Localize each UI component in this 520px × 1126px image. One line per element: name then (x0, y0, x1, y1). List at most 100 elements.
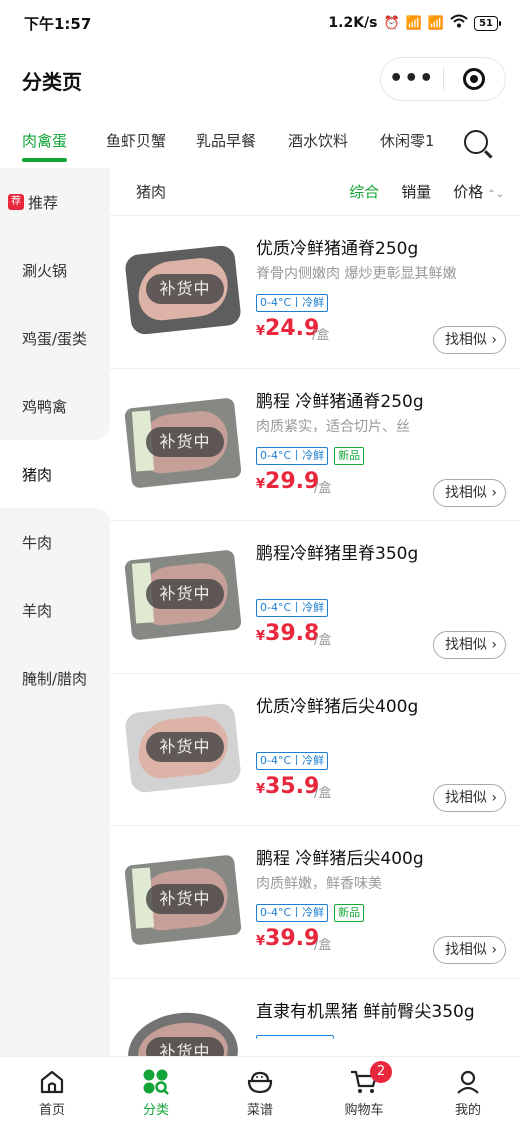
search-button[interactable] (432, 118, 520, 166)
sidebar-item-label: 鸡鸭禽 (22, 397, 68, 416)
signal-icon: 📶 (405, 15, 422, 31)
sidebar-item-label: 猪肉 (22, 465, 53, 484)
product-desc: 肉质紧实，适合切片、丝 (256, 418, 410, 435)
tab-meat-poultry-egg[interactable]: 肉禽蛋 (22, 122, 68, 162)
find-similar-button[interactable]: 找相似 › (432, 478, 506, 507)
home-icon (37, 1067, 67, 1097)
status-bar: 下午1:57 1.2K/s ⏰ 📶 📶 51 (0, 0, 520, 46)
nav-label: 分类 (142, 1103, 169, 1118)
restocking-badge: 补货中 (146, 426, 224, 457)
sort-bar: 猪肉 综合 销量 价格 ⌃⌄ (110, 168, 520, 216)
find-similar-button[interactable]: 找相似 › (432, 326, 506, 354)
product-card[interactable]: 补货中 优质冷鲜猪通脊250g 脊骨内侧嫩肉 爆炒更彰显其鲜嫩 0-4°C丨冷鲜… (110, 216, 520, 369)
sidebar-item-cured[interactable]: 腌制/腊肉 (0, 644, 110, 712)
product-title[interactable]: 鹏程冷鲜猪里脊350g (256, 539, 510, 564)
product-image[interactable]: 补货中 (124, 390, 242, 495)
signal-icon-2: 📶 (427, 15, 445, 31)
cold-chain-tag: 0-4°C丨冷鲜 (256, 294, 329, 312)
product-image[interactable]: 补货中 (124, 848, 242, 952)
sidebar-item-poultry[interactable]: 鸡鸭禽 (0, 372, 110, 440)
nav-label: 购物车 (344, 1103, 384, 1118)
sort-price-label: 价格 (453, 183, 484, 201)
battery-icon: 51 (474, 15, 501, 31)
restocking-badge: 补货中 (146, 731, 224, 762)
sidebar-item-recommend[interactable]: 荐 推荐 (0, 168, 110, 236)
nav-label: 我的 (454, 1103, 481, 1118)
more-button[interactable]: ••• (381, 57, 443, 101)
product-title[interactable]: 直隶有机黑猪 鲜前臀尖350g (256, 997, 510, 1022)
nav-cart[interactable]: 2 购物车 (312, 1057, 416, 1126)
product-title[interactable]: 鹏程 冷鲜猪通脊250g (256, 387, 510, 412)
nav-label: 首页 (38, 1103, 65, 1118)
product-unit: /盒 (314, 633, 332, 648)
find-similar-button[interactable]: 找相似 › (432, 631, 506, 659)
restocking-badge: 补货中 (146, 579, 224, 609)
profile-icon (453, 1067, 483, 1097)
nav-category[interactable]: 分类 (104, 1057, 208, 1126)
close-miniapp-button[interactable] (443, 68, 505, 90)
nav-profile[interactable]: 我的 (416, 1057, 520, 1126)
sidebar-item-label: 涮火锅 (22, 261, 68, 280)
recipe-icon (245, 1067, 275, 1097)
sidebar-item-label: 鸡蛋/蛋类 (22, 329, 88, 348)
tab-drinks[interactable]: 酒水饮料 (288, 122, 348, 162)
product-card[interactable]: 补货中 鹏程 冷鲜猪后尖400g 肉质鲜嫩，鲜香味美 0-4°C丨冷鲜 新品 ¥3… (110, 826, 520, 979)
status-time: 下午1:57 (24, 14, 92, 33)
product-title[interactable]: 优质冷鲜猪后尖400g (256, 692, 510, 717)
status-icons: 1.2K/s ⏰ 📶 📶 51 (328, 14, 501, 32)
product-card[interactable]: 补货中 直隶有机黑猪 鲜前臀尖350g (110, 979, 520, 1056)
product-image[interactable]: 补货中 (124, 543, 242, 647)
product-unit: /盒 (314, 938, 332, 953)
tab-seafood[interactable]: 鱼虾贝蟹 (106, 122, 166, 162)
search-icon (464, 130, 488, 154)
sidebar-item-beef[interactable]: 牛肉 (0, 508, 110, 576)
tab-snacks[interactable]: 休闲零1 (380, 122, 435, 162)
sidebar-item-eggs[interactable]: 鸡蛋/蛋类 (0, 304, 110, 372)
product-price: ¥29.9 (256, 468, 320, 494)
sidebar-item-label: 牛肉 (22, 533, 53, 552)
wifi-icon (450, 14, 468, 32)
nav-label: 菜谱 (246, 1103, 273, 1118)
product-card[interactable]: 补货中 优质冷鲜猪后尖400g 0-4°C丨冷鲜 ¥35.9 /盒 找相似 › (110, 674, 520, 826)
product-desc: 脊骨内侧嫩肉 爆炒更彰显其鲜嫩 (256, 266, 457, 282)
cold-chain-tag: 0-4°C丨冷鲜 (256, 904, 329, 922)
target-icon (463, 68, 486, 90)
product-image[interactable]: 补货中 (124, 695, 242, 800)
sidebar-item-pork[interactable]: 猪肉 (0, 440, 110, 508)
restocking-badge: 补货中 (146, 274, 224, 304)
product-list: 补货中 优质冷鲜猪通脊250g 脊骨内侧嫩肉 爆炒更彰显其鲜嫩 0-4°C丨冷鲜… (110, 216, 520, 1056)
tab-dairy-breakfast[interactable]: 乳品早餐 (196, 122, 256, 162)
product-unit: /盒 (314, 480, 332, 496)
product-title[interactable]: 鹏程 冷鲜猪后尖400g (256, 844, 510, 869)
category-tabs: 肉禽蛋 鱼虾贝蟹 乳品早餐 酒水饮料 休闲零1 (0, 118, 520, 166)
sidebar-item-hotpot[interactable]: 涮火锅 (0, 236, 110, 304)
category-icon (141, 1067, 171, 1097)
nav-recipes[interactable]: 菜谱 (208, 1057, 312, 1126)
product-image[interactable]: 补货中 (124, 238, 242, 342)
product-title[interactable]: 优质冷鲜猪通脊250g (256, 234, 510, 259)
find-similar-button[interactable]: 找相似 › (432, 783, 506, 812)
miniapp-capsule: ••• (380, 57, 506, 101)
product-price: ¥35.9 (256, 773, 320, 799)
product-image[interactable]: 补货中 (124, 1000, 242, 1056)
cart-count-badge: 2 (370, 1061, 392, 1083)
product-card[interactable]: 补货中 鹏程 冷鲜猪通脊250g 肉质紧实，适合切片、丝 0-4°C丨冷鲜 新品 … (110, 369, 520, 521)
product-price: ¥24.9 (256, 316, 320, 341)
sort-comprehensive[interactable]: 综合 (349, 181, 379, 202)
product-desc: 肉质鲜嫩，鲜香味美 (256, 876, 382, 892)
nav-home[interactable]: 首页 (0, 1057, 104, 1126)
cold-chain-tag: 0-4°C丨冷鲜 (256, 599, 329, 617)
sidebar-item-lamb[interactable]: 羊肉 (0, 576, 110, 644)
page-title: 分类页 (22, 69, 82, 94)
subcategory-title: 猪肉 (136, 183, 167, 201)
restocking-badge: 补货中 (146, 1036, 224, 1056)
product-price: ¥39.8 (256, 621, 320, 646)
sort-price[interactable]: 价格 ⌃⌄ (453, 181, 504, 202)
product-card[interactable]: 补货中 鹏程冷鲜猪里脊350g 0-4°C丨冷鲜 ¥39.8 /盒 找相似 › (110, 521, 520, 674)
cold-chain-tag: 0-4°C丨冷鲜 (256, 446, 329, 465)
sort-sales[interactable]: 销量 (401, 181, 431, 202)
find-similar-button[interactable]: 找相似 › (432, 936, 506, 964)
bottom-nav: 首页 分类 菜谱 2 购物车 我的 (0, 1056, 520, 1126)
new-product-tag: 新品 (334, 904, 365, 922)
sidebar-item-label: 推荐 (28, 193, 59, 212)
